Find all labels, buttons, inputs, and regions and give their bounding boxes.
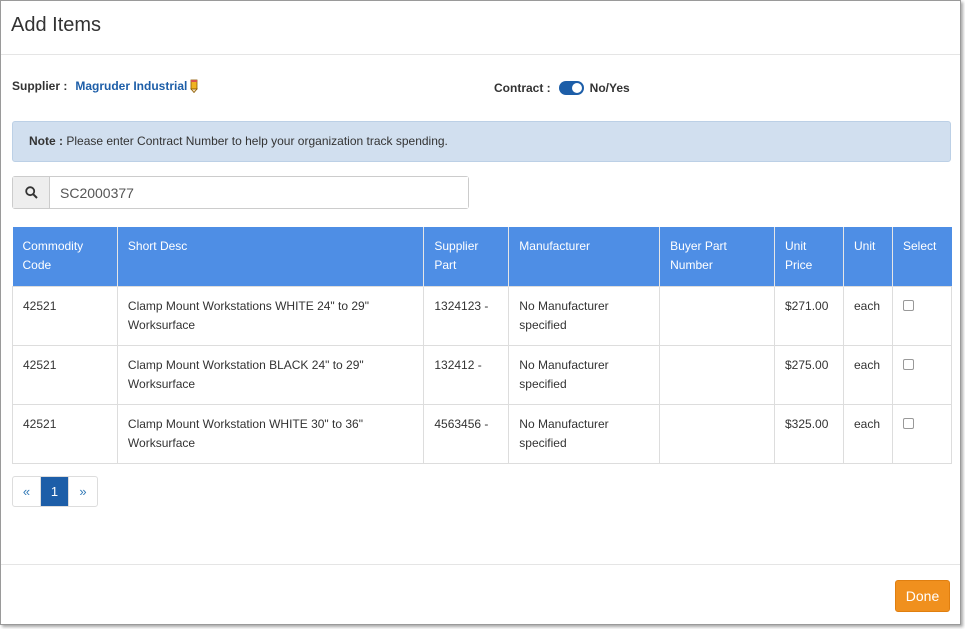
cell-manufacturer: No Manufacturer specified (508, 344, 661, 405)
cell-manufacturer: No Manufacturer specified (508, 403, 661, 464)
note-text: Please enter Contract Number to help you… (66, 134, 448, 148)
select-checkbox[interactable] (902, 417, 914, 429)
cell-select (891, 285, 953, 346)
table-row: 42521 Clamp Mount Workstation BLACK 24" … (12, 344, 953, 405)
col-manufacturer: Manufacturer (508, 227, 661, 286)
contract-control: Contract : No/Yes (494, 81, 630, 95)
cell-buyer-part (659, 344, 775, 405)
done-button[interactable]: Done (895, 580, 950, 612)
col-buyer-part: Buyer Part Number (659, 227, 775, 286)
col-short-desc: Short Desc (117, 227, 425, 286)
cell-short-desc: Clamp Mount Workstations WHITE 24" to 29… (116, 285, 425, 346)
contract-label: Contract : (494, 81, 551, 95)
page-next-button[interactable]: » (69, 477, 97, 506)
col-supplier-part: Supplier Part (423, 227, 510, 286)
table-row: 42521 Clamp Mount Workstation WHITE 30" … (12, 403, 953, 464)
cell-unit-price: $325.00 (774, 403, 844, 464)
col-unit-price: Unit Price (774, 227, 844, 286)
cell-supplier-part: 132412 - (423, 344, 510, 405)
contract-toggle-label: No/Yes (589, 81, 630, 95)
pencil-icon[interactable] (189, 79, 199, 94)
add-items-dialog: Add Items Supplier : Magruder Industrial… (0, 0, 961, 625)
items-table: Commodity Code Short Desc Supplier Part … (12, 227, 953, 464)
col-unit: Unit (843, 227, 893, 286)
cell-commodity-code: 42521 (12, 285, 118, 346)
cell-buyer-part (659, 403, 775, 464)
select-checkbox[interactable] (902, 299, 914, 311)
cell-short-desc: Clamp Mount Workstation BLACK 24" to 29"… (116, 344, 425, 405)
dialog-title: Add Items (11, 14, 102, 36)
supplier-info: Supplier : Magruder Industrial (12, 79, 199, 94)
cell-select (891, 403, 953, 464)
supplier-name[interactable]: Magruder Industrial (75, 79, 187, 93)
cell-supplier-part: 1324123 - (423, 285, 510, 346)
cell-buyer-part (659, 285, 775, 346)
cell-unit-price: $275.00 (774, 344, 844, 405)
contract-toggle[interactable] (558, 81, 584, 95)
cell-short-desc: Clamp Mount Workstation WHITE 30" to 36"… (116, 403, 425, 464)
cell-commodity-code: 42521 (12, 403, 118, 464)
cell-manufacturer: No Manufacturer specified (508, 285, 661, 346)
search-box (12, 176, 469, 209)
cell-commodity-code: 42521 (12, 344, 118, 405)
cell-unit: each (842, 285, 893, 346)
supplier-label: Supplier : (12, 79, 68, 93)
col-commodity-code: Commodity Code (12, 227, 118, 286)
col-select: Select (892, 227, 952, 286)
pagination: « 1 » (12, 476, 98, 507)
cell-unit: each (842, 403, 893, 464)
dialog-footer: Done (1, 564, 960, 624)
cell-unit: each (842, 344, 893, 405)
note-label: Note : (29, 134, 63, 148)
dialog-header: Add Items (1, 1, 960, 55)
toggle-knob (571, 83, 582, 93)
note-alert: Note : Please enter Contract Number to h… (12, 121, 951, 162)
table-row: 42521 Clamp Mount Workstations WHITE 24"… (12, 285, 953, 346)
page-prev-button[interactable]: « (13, 477, 41, 506)
table-header-row: Commodity Code Short Desc Supplier Part … (12, 227, 952, 286)
cell-supplier-part: 4563456 - (423, 403, 510, 464)
page-1-button[interactable]: 1 (41, 477, 69, 506)
select-checkbox[interactable] (902, 358, 914, 370)
contract-search-input[interactable] (50, 177, 468, 208)
meta-row: Supplier : Magruder Industrial Contract … (1, 55, 960, 121)
cell-select (891, 344, 953, 405)
cell-unit-price: $271.00 (774, 285, 844, 346)
search-icon (13, 177, 50, 208)
